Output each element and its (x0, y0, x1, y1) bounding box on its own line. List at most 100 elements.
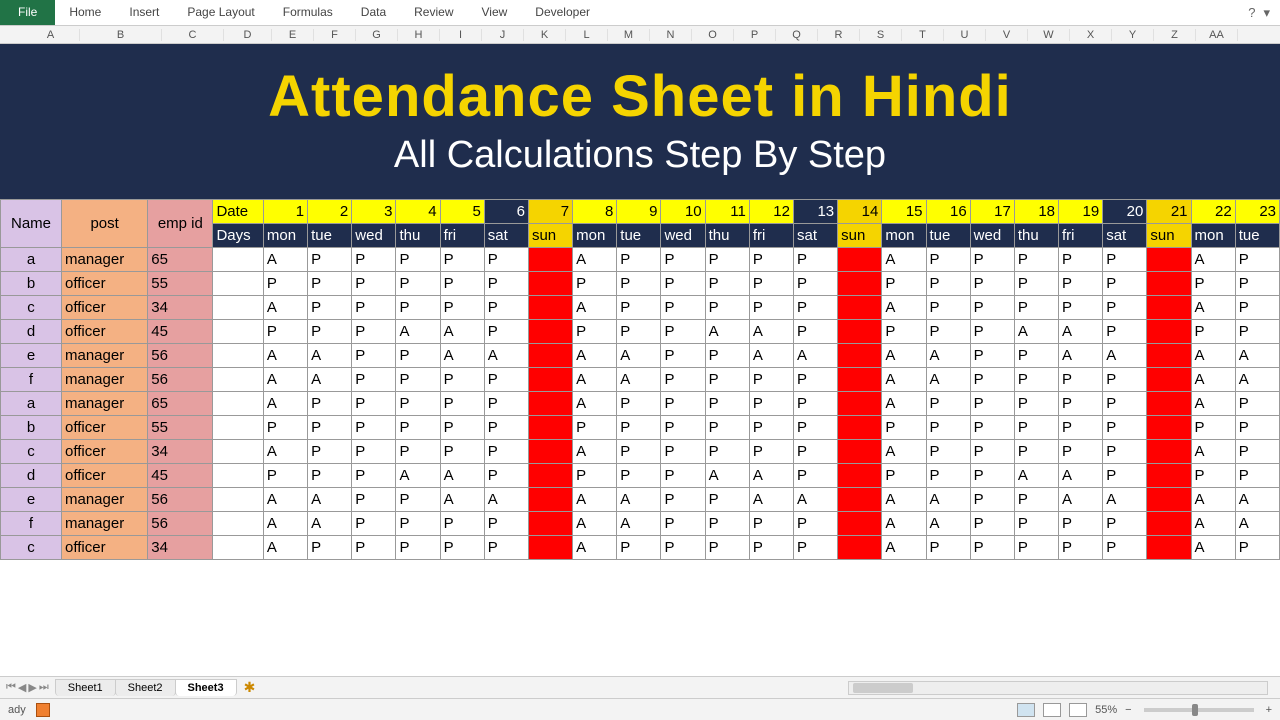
cell-attendance[interactable]: P (1235, 272, 1279, 296)
cell-attendance[interactable]: P (308, 272, 352, 296)
header-date[interactable]: 20 (1103, 200, 1147, 224)
cell-attendance[interactable] (1147, 536, 1191, 560)
cell-attendance[interactable] (528, 320, 572, 344)
cell-attendance[interactable]: P (1059, 248, 1103, 272)
cell-attendance[interactable]: P (661, 512, 705, 536)
header-day[interactable]: thu (396, 224, 440, 248)
cell-post[interactable]: officer (62, 320, 148, 344)
col-header[interactable]: A (22, 29, 80, 41)
cell-empid[interactable]: 34 (148, 440, 213, 464)
header-day[interactable]: wed (661, 224, 705, 248)
cell-attendance[interactable] (838, 344, 882, 368)
header-date[interactable]: 19 (1059, 200, 1103, 224)
cell-attendance[interactable] (1147, 416, 1191, 440)
cell-empid[interactable]: 34 (148, 296, 213, 320)
header-date[interactable]: 9 (617, 200, 661, 224)
cell-attendance[interactable]: P (1059, 392, 1103, 416)
cell-attendance[interactable] (528, 536, 572, 560)
cell-attendance[interactable]: P (970, 512, 1014, 536)
cell-attendance[interactable] (528, 392, 572, 416)
cell-empid[interactable]: 65 (148, 248, 213, 272)
cell-name[interactable]: a (1, 392, 62, 416)
col-header[interactable]: F (314, 29, 356, 41)
cell-attendance[interactable]: A (263, 296, 307, 320)
cell-attendance[interactable]: P (1103, 512, 1147, 536)
cell-attendance[interactable]: A (263, 536, 307, 560)
cell-attendance[interactable] (838, 272, 882, 296)
cell-attendance[interactable]: A (440, 344, 484, 368)
cell-attendance[interactable]: P (440, 272, 484, 296)
cell-attendance[interactable]: A (308, 344, 352, 368)
cell-attendance[interactable]: P (617, 464, 661, 488)
cell-attendance[interactable]: P (749, 536, 793, 560)
cell-attendance[interactable]: A (440, 320, 484, 344)
cell-attendance[interactable] (528, 344, 572, 368)
cell-attendance[interactable]: P (749, 368, 793, 392)
cell-attendance[interactable]: A (1059, 488, 1103, 512)
cell-attendance[interactable]: A (617, 344, 661, 368)
header-date[interactable]: 17 (970, 200, 1014, 224)
cell-attendance[interactable] (1147, 248, 1191, 272)
cell-attendance[interactable]: P (926, 416, 970, 440)
cell-name[interactable]: b (1, 416, 62, 440)
header-empid[interactable]: emp id (148, 200, 213, 248)
cell-attendance[interactable] (1147, 488, 1191, 512)
cell-attendance[interactable]: P (396, 344, 440, 368)
cell-attendance[interactable]: P (263, 464, 307, 488)
normal-view-button[interactable] (1017, 703, 1035, 717)
header-day[interactable]: mon (1191, 224, 1235, 248)
cell-attendance[interactable]: P (793, 320, 837, 344)
cell-days-blank[interactable] (213, 272, 263, 296)
cell-attendance[interactable]: P (573, 464, 617, 488)
cell-attendance[interactable]: P (617, 248, 661, 272)
cell-attendance[interactable]: P (352, 416, 396, 440)
cell-attendance[interactable] (528, 368, 572, 392)
cell-attendance[interactable]: A (749, 488, 793, 512)
cell-attendance[interactable]: P (396, 296, 440, 320)
cell-attendance[interactable]: P (1014, 416, 1058, 440)
cell-days-blank[interactable] (213, 440, 263, 464)
attendance-grid[interactable]: Namepostemp idDate1234567891011121314151… (0, 199, 1280, 560)
cell-attendance[interactable]: P (749, 416, 793, 440)
cell-attendance[interactable]: P (617, 392, 661, 416)
page-layout-view-button[interactable] (1043, 703, 1061, 717)
cell-attendance[interactable]: P (440, 392, 484, 416)
cell-post[interactable]: officer (62, 416, 148, 440)
header-day[interactable]: thu (705, 224, 749, 248)
sheet-tab[interactable]: Sheet3 (175, 679, 237, 696)
ribbon-tab-developer[interactable]: Developer (521, 0, 604, 25)
cell-attendance[interactable]: P (396, 368, 440, 392)
cell-attendance[interactable]: P (352, 464, 396, 488)
cell-attendance[interactable] (838, 512, 882, 536)
cell-attendance[interactable]: P (1235, 392, 1279, 416)
cell-attendance[interactable]: P (1191, 272, 1235, 296)
cell-attendance[interactable]: A (1235, 488, 1279, 512)
cell-attendance[interactable]: P (749, 512, 793, 536)
ribbon-collapse-icon[interactable]: ▾ (1263, 5, 1270, 21)
cell-attendance[interactable]: P (1103, 248, 1147, 272)
cell-attendance[interactable] (1147, 368, 1191, 392)
header-day[interactable]: mon (573, 224, 617, 248)
ribbon-tab-data[interactable]: Data (347, 0, 400, 25)
ribbon-tab-formulas[interactable]: Formulas (269, 0, 347, 25)
cell-attendance[interactable]: A (263, 392, 307, 416)
col-header[interactable]: J (482, 29, 524, 41)
cell-attendance[interactable]: P (1059, 416, 1103, 440)
cell-attendance[interactable]: P (705, 416, 749, 440)
cell-attendance[interactable]: P (882, 416, 926, 440)
macro-record-icon[interactable] (36, 703, 50, 717)
cell-attendance[interactable]: P (661, 248, 705, 272)
cell-attendance[interactable]: A (1103, 344, 1147, 368)
cell-attendance[interactable]: P (573, 416, 617, 440)
cell-attendance[interactable]: P (749, 392, 793, 416)
cell-attendance[interactable]: A (1059, 344, 1103, 368)
cell-attendance[interactable] (1147, 464, 1191, 488)
col-header[interactable]: AA (1196, 29, 1238, 41)
cell-attendance[interactable]: P (440, 416, 484, 440)
cell-attendance[interactable]: A (1191, 296, 1235, 320)
cell-attendance[interactable]: P (705, 248, 749, 272)
cell-attendance[interactable]: P (1103, 296, 1147, 320)
cell-attendance[interactable]: A (440, 488, 484, 512)
col-header[interactable]: L (566, 29, 608, 41)
cell-attendance[interactable]: P (1014, 344, 1058, 368)
